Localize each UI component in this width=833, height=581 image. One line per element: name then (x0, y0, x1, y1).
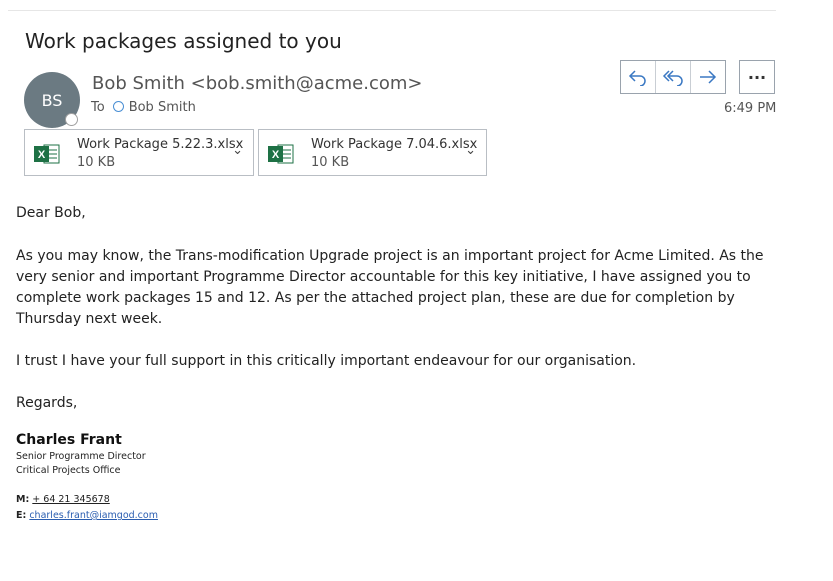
reply-button-group (620, 60, 726, 94)
attachment-name: Work Package 5.22.3.xlsx (77, 137, 244, 152)
greeting: Dear Bob, (16, 205, 86, 221)
chevron-down-icon[interactable]: ⌄ (465, 143, 476, 158)
presence-ring-icon (112, 101, 124, 112)
signature-name: Charles Frant (16, 432, 122, 448)
reply-icon (628, 70, 646, 86)
body-paragraph: As you may know, the Trans-modification … (16, 248, 764, 327)
avatar-initials: BS (41, 90, 63, 110)
presence-status-icon (65, 113, 78, 126)
attachment-card[interactable]: X Work Package 7.04.6.xlsx 10 KB ⌄ (258, 129, 487, 176)
signature-mobile-line: M: + 64 21 345678 (16, 494, 110, 505)
reply-all-button[interactable] (655, 61, 690, 93)
to-label: To (91, 100, 105, 115)
recipient-name[interactable]: Bob Smith (129, 100, 196, 115)
chevron-down-icon[interactable]: ⌄ (232, 143, 243, 158)
email-subject: Work packages assigned to you (25, 29, 342, 53)
recipient-line: To Bob Smith (91, 100, 196, 115)
reply-all-icon (662, 70, 683, 86)
sender-name[interactable]: Bob Smith <bob.smith@acme.com> (92, 73, 423, 94)
svg-text:X: X (38, 149, 46, 161)
reply-button[interactable] (621, 61, 655, 93)
signature-office: Critical Projects Office (16, 465, 121, 476)
received-time: 6:49 PM (724, 101, 777, 116)
attachment-name: Work Package 7.04.6.xlsx (311, 137, 478, 152)
svg-text:X: X (272, 149, 280, 161)
closing: Regards, (16, 395, 78, 411)
message-actions: ··· (620, 60, 775, 94)
more-actions-button[interactable]: ··· (739, 60, 775, 94)
header-divider (8, 10, 776, 11)
attachment-card[interactable]: X Work Package 5.22.3.xlsx 10 KB ⌄ (24, 129, 254, 176)
forward-icon (700, 70, 717, 84)
attachment-size: 10 KB (77, 155, 116, 170)
body-paragraph: I trust I have your full support in this… (16, 353, 637, 369)
mobile-link[interactable]: + 64 21 345678 (32, 494, 109, 505)
signature-email-line: E: charles.frant@iamgod.com (16, 510, 158, 521)
email-link[interactable]: charles.frant@iamgod.com (29, 510, 158, 521)
mobile-label: M: (16, 494, 30, 505)
attachment-size: 10 KB (311, 155, 350, 170)
excel-icon: X (268, 144, 294, 164)
excel-icon: X (34, 144, 60, 164)
email-label: E: (16, 510, 27, 521)
forward-button[interactable] (690, 61, 725, 93)
signature-title: Senior Programme Director (16, 451, 146, 462)
